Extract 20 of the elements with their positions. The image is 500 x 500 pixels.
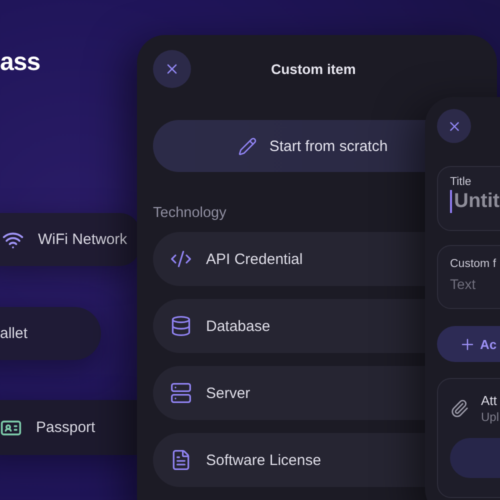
pencil-icon xyxy=(238,136,258,156)
item-card[interactable]: Passport xyxy=(0,400,140,455)
add-field-button[interactable]: Ac xyxy=(437,326,500,362)
page-heading: ass xyxy=(0,48,40,77)
item-label: allet xyxy=(0,325,28,342)
item-label: Passport xyxy=(36,419,96,436)
item-card[interactable]: allet xyxy=(0,307,101,360)
section-label: Technology xyxy=(153,205,226,221)
item-label: WiFi Network xyxy=(38,231,128,248)
panel-title: Custom item xyxy=(271,61,356,77)
item-card[interactable]: WiFi Network xyxy=(0,213,140,266)
server-icon xyxy=(170,382,192,404)
field-label: Title xyxy=(450,176,472,188)
paperclip-icon xyxy=(450,399,469,418)
document-icon xyxy=(170,449,192,471)
code-icon xyxy=(170,248,192,270)
close-button[interactable] xyxy=(153,50,191,88)
database-icon xyxy=(170,315,192,337)
close-button[interactable] xyxy=(437,109,471,143)
title-input[interactable]: Untit xyxy=(450,190,500,213)
